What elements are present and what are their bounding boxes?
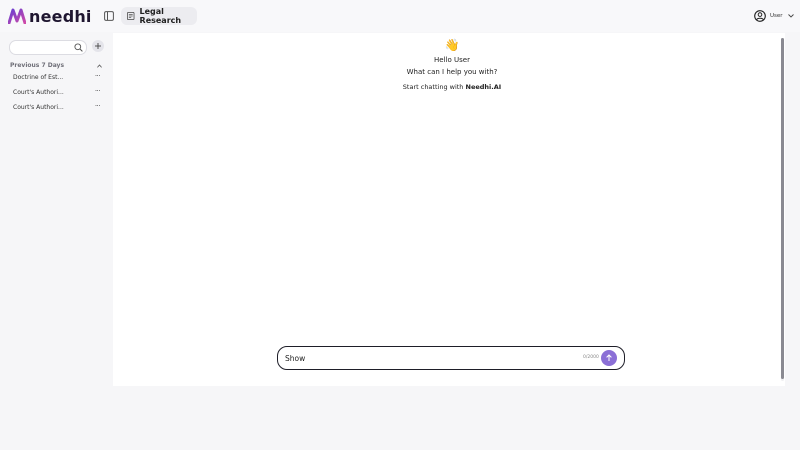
greeting-text: Hello User [434,56,470,64]
sidebar-toggle-icon[interactable] [104,11,114,21]
tab-legal-research[interactable]: Legal Research [121,7,197,25]
tab-label: Legal Research [139,7,182,25]
start-prefix: Start chatting with [402,83,466,91]
user-name: User [770,13,783,19]
user-circle-icon [754,10,766,22]
wave-emoji: 👋 [444,38,460,52]
character-count: 0/2000 [583,355,599,360]
help-question-text: What can I help you with? [406,68,498,76]
start-chatting-text: Start chatting with Needhi.AI [0,83,800,91]
sidebar: Previous 7 Days Doctrine of Est... ··· C… [0,32,108,450]
start-brand: Needhi.AI [465,83,502,91]
needhi-logo-icon [8,8,26,24]
message-composer: 0/2000 [277,346,625,370]
top-bar: needhi Legal Research User [0,0,800,32]
user-menu[interactable]: User [754,10,794,22]
brand-logo[interactable]: needhi [8,6,92,26]
document-icon [127,11,135,21]
history-item[interactable]: Court's Authori... ··· [9,102,101,114]
message-input[interactable] [285,351,565,365]
arrow-up-icon [606,354,612,361]
brand-name: needhi [29,6,92,26]
history-item-label: Court's Authori... [13,104,64,111]
send-button[interactable] [601,350,617,366]
more-options-icon[interactable]: ··· [95,102,101,110]
chevron-down-icon [787,14,794,18]
